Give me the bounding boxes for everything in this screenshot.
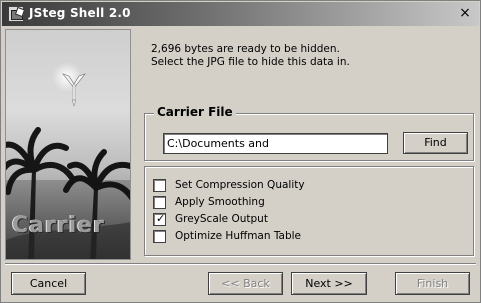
back-button[interactable]: << Back — [208, 272, 283, 295]
option-greyscale-output[interactable]: ✓ GreyScale Output — [153, 212, 453, 227]
apply-smoothing-checkbox[interactable] — [153, 196, 166, 209]
option-apply-smoothing[interactable]: Apply Smoothing — [153, 196, 453, 210]
carrier-banner-image: Carrier — [5, 29, 131, 260]
select-file-instruction: Select the JPG file to hide this data in… — [151, 56, 350, 68]
next-button[interactable]: Next >> — [291, 272, 367, 295]
optimize-huffman-table-checkbox[interactable] — [153, 230, 166, 243]
footer-divider — [5, 263, 476, 265]
app-icon — [8, 6, 24, 22]
intro-message: 2,696 bytes are ready to be hidden. Sele… — [151, 43, 461, 69]
option-label: GreyScale Output — [175, 213, 268, 225]
window-title: JSteg Shell 2.0 — [29, 6, 131, 20]
banner-caption: Carrier — [12, 213, 106, 238]
wizard-window: JSteg Shell 2.0 × Carrier 2,696 bytes ar… — [0, 0, 481, 303]
greyscale-output-checkbox[interactable]: ✓ — [153, 212, 166, 226]
cancel-button[interactable]: Cancel — [11, 272, 86, 295]
carrier-file-title: Carrier File — [154, 105, 236, 119]
option-set-compression-quality[interactable]: Set Compression Quality — [153, 179, 453, 193]
title-bar[interactable]: JSteg Shell 2.0 × — [2, 2, 479, 26]
set-compression-quality-checkbox[interactable] — [153, 179, 166, 192]
close-icon[interactable]: × — [457, 6, 473, 20]
finish-button[interactable]: Finish — [395, 272, 470, 295]
bytes-ready-text: 2,696 bytes are ready to be hidden. — [151, 43, 340, 55]
option-label: Optimize Huffman Table — [175, 230, 302, 242]
option-label: Set Compression Quality — [175, 179, 305, 191]
carrier-file-group: Carrier File C:\Documents and Find — [144, 105, 474, 161]
carrier-path-input[interactable]: C:\Documents and — [163, 133, 388, 154]
option-label: Apply Smoothing — [175, 196, 265, 208]
find-button[interactable]: Find — [403, 132, 468, 154]
options-group: Set Compression Quality Apply Smoothing … — [144, 166, 474, 256]
option-optimize-huffman-table[interactable]: Optimize Huffman Table — [153, 230, 453, 244]
